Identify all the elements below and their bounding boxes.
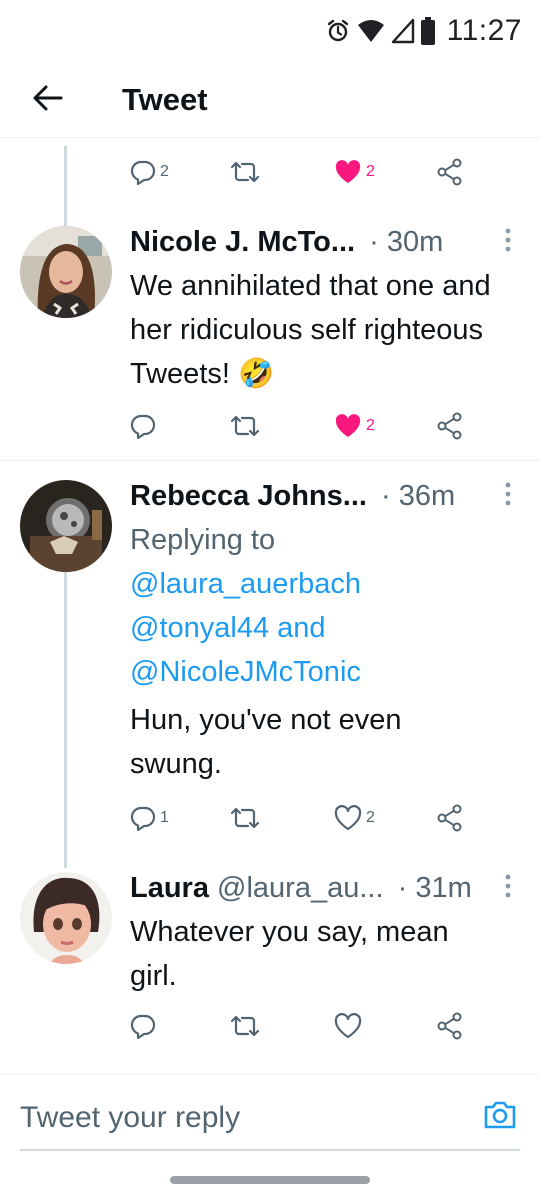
share-button[interactable] bbox=[436, 406, 464, 446]
retweet-button[interactable] bbox=[230, 406, 264, 446]
tweet-header: Rebecca Johns... · 36m bbox=[130, 476, 510, 516]
separator-dot: · bbox=[381, 480, 391, 512]
more-options-button[interactable] bbox=[498, 226, 518, 258]
retweet-icon bbox=[230, 159, 260, 185]
tweet[interactable]: Rebecca Johns... · 36m Replying to @laur… bbox=[0, 476, 540, 856]
tweet-actions: 2 bbox=[130, 406, 480, 446]
heart-filled-icon bbox=[334, 413, 362, 439]
app-header: Tweet bbox=[0, 62, 540, 138]
share-icon bbox=[436, 1012, 464, 1040]
heart-filled-icon bbox=[334, 159, 362, 185]
reply-count: 2 bbox=[160, 163, 169, 180]
separator-dot: · bbox=[397, 872, 408, 904]
more-vertical-icon bbox=[505, 482, 511, 511]
heart-outline-icon bbox=[334, 1013, 362, 1039]
share-button[interactable] bbox=[436, 798, 464, 838]
author-handle[interactable]: @laura_au... bbox=[217, 872, 383, 904]
tweet[interactable]: Nicole J. McTo... · 30m We annihilated t… bbox=[0, 222, 540, 458]
heart-outline-icon bbox=[334, 805, 362, 831]
share-button[interactable] bbox=[436, 1006, 464, 1046]
tweet-text: We annihilated that one and her ridiculo… bbox=[130, 264, 500, 396]
retweet-button[interactable] bbox=[230, 798, 264, 838]
author-name[interactable]: Laura bbox=[130, 872, 209, 904]
reply-count: 1 bbox=[160, 809, 169, 826]
tweet-body: Hun, you've not even swung. bbox=[130, 704, 402, 780]
tweet-body: We annihilated that one and her ridiculo… bbox=[130, 270, 491, 390]
tweet-time[interactable]: 30m bbox=[387, 226, 443, 258]
tweet-actions: 2 2 bbox=[130, 152, 480, 192]
mention-joiner: and bbox=[277, 612, 326, 644]
tweet-time[interactable]: 36m bbox=[399, 480, 455, 512]
status-icons: 11:27 bbox=[325, 12, 522, 50]
alarm-icon bbox=[325, 18, 351, 44]
share-icon bbox=[436, 412, 464, 440]
wifi-icon bbox=[357, 18, 385, 44]
like-button[interactable]: 2 bbox=[334, 406, 375, 446]
retweet-button[interactable] bbox=[230, 1006, 264, 1046]
retweet-icon bbox=[230, 413, 260, 439]
mention-link[interactable]: @laura_auerbach bbox=[130, 568, 361, 600]
tweet[interactable]: Laura @laura_au... · 31m Whatever you sa… bbox=[0, 868, 540, 1058]
arrow-left-icon bbox=[33, 85, 63, 116]
reply-bar bbox=[0, 1074, 540, 1164]
tweet-text: Hun, you've not even swung. bbox=[130, 698, 470, 786]
like-button[interactable]: 2 bbox=[334, 152, 375, 192]
like-button[interactable] bbox=[334, 1006, 366, 1046]
back-button[interactable] bbox=[26, 80, 70, 120]
more-options-button[interactable] bbox=[498, 872, 518, 904]
share-icon bbox=[436, 158, 464, 186]
page-title: Tweet bbox=[122, 82, 208, 117]
status-time: 11:27 bbox=[446, 14, 522, 47]
mention-link[interactable]: @tonyal44 bbox=[130, 612, 269, 644]
like-button[interactable]: 2 bbox=[334, 798, 375, 838]
share-icon bbox=[436, 804, 464, 832]
camera-icon bbox=[482, 1101, 518, 1137]
retweet-button[interactable] bbox=[230, 152, 264, 192]
retweet-icon bbox=[230, 1013, 260, 1039]
rolling-laughing-emoji: 🤣 bbox=[238, 358, 275, 390]
reply-button[interactable]: 2 bbox=[130, 152, 169, 192]
replying-label: Replying to bbox=[130, 524, 276, 556]
camera-button[interactable] bbox=[482, 1097, 518, 1133]
thread-line bbox=[64, 146, 67, 226]
separator-dot: · bbox=[369, 226, 379, 258]
tweet-text: Whatever you say, mean girl. bbox=[130, 910, 500, 998]
reply-icon bbox=[130, 413, 156, 439]
divider bbox=[0, 460, 540, 461]
avatar[interactable] bbox=[20, 226, 112, 318]
author-name[interactable]: Nicole J. McTo... bbox=[130, 226, 355, 258]
tweet-header: Laura @laura_au... · 31m bbox=[130, 868, 510, 908]
like-count: 2 bbox=[366, 417, 375, 434]
avatar[interactable] bbox=[20, 480, 112, 572]
replying-to: Replying to @laura_auerbach @tonyal44 an… bbox=[130, 518, 430, 694]
tweet-time[interactable]: 31m bbox=[415, 872, 471, 904]
battery-icon bbox=[420, 17, 435, 45]
signal-icon bbox=[391, 18, 415, 44]
reply-icon bbox=[130, 1013, 156, 1039]
tweet-actions bbox=[130, 1006, 480, 1046]
more-options-button[interactable] bbox=[498, 480, 518, 512]
mention-link[interactable]: @NicoleJMcTonic bbox=[130, 656, 361, 688]
tweet-actions: 1 2 bbox=[130, 798, 480, 838]
tweet-body: Whatever you say, mean girl. bbox=[130, 916, 449, 992]
reply-icon bbox=[130, 159, 156, 185]
more-vertical-icon bbox=[505, 874, 511, 903]
avatar[interactable] bbox=[20, 872, 112, 964]
share-button[interactable] bbox=[436, 152, 464, 192]
author-name[interactable]: Rebecca Johns... bbox=[130, 480, 367, 512]
retweet-icon bbox=[230, 805, 260, 831]
like-count: 2 bbox=[366, 163, 375, 180]
reply-icon bbox=[130, 805, 156, 831]
reply-input[interactable] bbox=[20, 1093, 440, 1143]
tweet-header: Nicole J. McTo... · 30m bbox=[130, 222, 510, 262]
reply-button[interactable] bbox=[130, 1006, 160, 1046]
reply-button[interactable]: 1 bbox=[130, 798, 169, 838]
home-indicator[interactable] bbox=[170, 1176, 370, 1184]
more-vertical-icon bbox=[505, 228, 511, 257]
status-bar: 11:27 bbox=[0, 0, 540, 62]
like-count: 2 bbox=[366, 809, 375, 826]
reply-underline bbox=[20, 1149, 520, 1151]
reply-button[interactable] bbox=[130, 406, 160, 446]
